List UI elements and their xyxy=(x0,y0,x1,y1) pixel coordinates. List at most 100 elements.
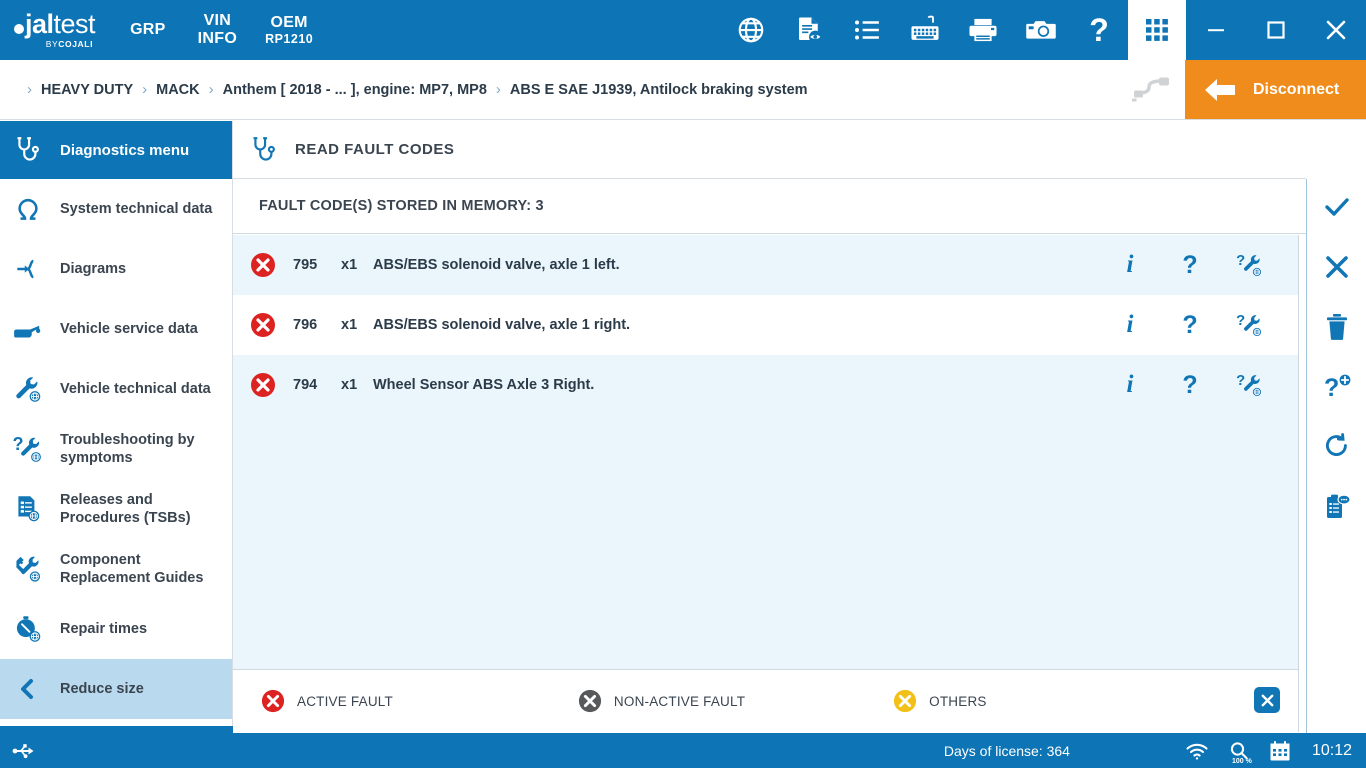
camera-icon[interactable] xyxy=(1012,0,1070,60)
help-icon[interactable]: ? xyxy=(1070,0,1128,60)
breadcrumb-separator-3: › xyxy=(496,81,501,98)
nav-oem-rp1210[interactable]: OEM RP1210 xyxy=(262,14,316,46)
help-action-icon[interactable]: ? xyxy=(1160,311,1220,340)
nav-oem-line2: RP1210 xyxy=(265,32,313,46)
breadcrumb-item-heavy-duty[interactable]: HEAVY DUTY xyxy=(41,82,133,98)
logo-test: test xyxy=(54,11,96,38)
nav-vin-info[interactable]: VIN INFO xyxy=(195,12,240,48)
table-row[interactable]: 794 x1 Wheel Sensor ABS Axle 3 Right. i … xyxy=(233,355,1298,415)
sidebar-item-reduce-size[interactable]: Reduce size xyxy=(0,659,232,719)
sidebar-item-releases-and-procedures[interactable]: Releases and Procedures (TSBs) xyxy=(0,479,232,539)
apps-grid-button[interactable] xyxy=(1128,0,1186,60)
window-controls xyxy=(1186,0,1366,60)
fault-code: 795 xyxy=(293,257,335,273)
oil-can-icon xyxy=(0,314,56,344)
cable-icon[interactable] xyxy=(1119,60,1185,119)
trash-icon xyxy=(1323,312,1351,347)
clipboard-chat-icon xyxy=(1322,492,1352,527)
list-icon[interactable] xyxy=(838,0,896,60)
help-action-icon[interactable]: ? xyxy=(1160,371,1220,400)
svg-text:?: ? xyxy=(13,434,24,454)
logo-jal: jal xyxy=(25,11,54,38)
nav-grp-label: GRP xyxy=(130,21,166,39)
breadcrumb-item-model[interactable]: Anthem [ 2018 - ... ], engine: MP7, MP8 xyxy=(223,82,487,98)
clock-label: 10:12 xyxy=(1312,742,1352,760)
fault-description: ABS/EBS solenoid valve, axle 1 right. xyxy=(373,317,630,333)
close-button[interactable] xyxy=(1306,0,1366,60)
breadcrumb-bar: › HEAVY DUTY › MACK › Anthem [ 2018 - ..… xyxy=(0,60,1366,120)
refresh-icon xyxy=(1322,432,1352,467)
confirm-button[interactable] xyxy=(1307,179,1366,239)
info-action-icon[interactable]: i xyxy=(1100,311,1160,339)
printer-icon[interactable] xyxy=(954,0,1012,60)
zoom-icon[interactable]: 100 % xyxy=(1228,741,1250,761)
troubleshoot-action-icon[interactable]: ? xyxy=(1220,252,1280,278)
refresh-button[interactable] xyxy=(1307,419,1366,479)
fault-description: Wheel Sensor ABS Axle 3 Right. xyxy=(373,377,594,393)
info-action-icon[interactable]: i xyxy=(1100,371,1160,399)
document-preview-icon[interactable] xyxy=(780,0,838,60)
globe-icon[interactable] xyxy=(722,0,780,60)
help-action-icon[interactable]: ? xyxy=(1160,251,1220,280)
nav-grp[interactable]: GRP xyxy=(127,21,169,39)
delete-button[interactable] xyxy=(1307,299,1366,359)
maximize-button[interactable] xyxy=(1246,0,1306,60)
svg-text:?: ? xyxy=(1236,313,1245,329)
fault-description: ABS/EBS solenoid valve, axle 1 left. xyxy=(373,257,620,273)
nav-oem-line1: OEM xyxy=(265,14,313,32)
legend-item-non-active-fault: NON-ACTIVE FAULT xyxy=(578,689,745,713)
disconnect-label: Disconnect xyxy=(1253,81,1339,99)
legend-non-active-icon xyxy=(578,689,602,713)
sidebar-item-repair-times[interactable]: Repair times xyxy=(0,599,232,659)
main-panel: READ FAULT CODES FAULT CODE(S) STORED IN… xyxy=(233,121,1306,733)
cross-icon xyxy=(1322,252,1352,287)
fault-count-label: FAULT CODE(S) STORED IN MEMORY: 3 xyxy=(259,198,544,214)
tools-globe-icon xyxy=(0,554,56,584)
fault-count: x1 xyxy=(341,317,367,333)
sidebar-item-system-technical-data[interactable]: System technical data xyxy=(0,179,232,239)
sidebar-item-vehicle-service-data[interactable]: Vehicle service data xyxy=(0,299,232,359)
row-actions: i ? ? xyxy=(1100,295,1280,355)
sidebar-item-vehicle-technical-data[interactable]: Vehicle technical data xyxy=(0,359,232,419)
logo-cojali: COJALI xyxy=(58,39,93,49)
sidebar-bottom-stub xyxy=(0,726,233,733)
troubleshoot-action-icon[interactable]: ? xyxy=(1220,312,1280,338)
keyboard-icon[interactable] xyxy=(896,0,954,60)
question-plus-icon: ? xyxy=(1322,372,1352,407)
cancel-button[interactable] xyxy=(1307,239,1366,299)
row-actions: i ? ? xyxy=(1100,235,1280,295)
nav-vin-line2: INFO xyxy=(198,30,237,48)
minimize-button[interactable] xyxy=(1186,0,1246,60)
table-row[interactable]: 795 x1 ABS/EBS solenoid valve, axle 1 le… xyxy=(233,235,1298,295)
check-icon xyxy=(1322,192,1352,227)
sidebar-item-troubleshooting-by-symptoms[interactable]: ? Troubleshooting by symptoms xyxy=(0,419,232,479)
sidebar-item-component-replacement-guides[interactable]: Component Replacement Guides xyxy=(0,539,232,599)
severity-active-icon xyxy=(233,372,293,398)
calendar-icon[interactable] xyxy=(1268,740,1292,762)
report-button[interactable] xyxy=(1307,479,1366,539)
logo-dot-icon xyxy=(14,24,24,34)
logo-text: jaltest xyxy=(14,11,95,38)
sidebar-item-label-4: Troubleshooting by symptoms xyxy=(60,431,232,467)
sidebar-item-label-1: Diagrams xyxy=(60,260,134,278)
legend-label-others: OTHERS xyxy=(929,694,986,709)
stethoscope-icon xyxy=(233,135,295,165)
close-legend-button[interactable] xyxy=(1254,687,1280,713)
info-action-icon[interactable]: i xyxy=(1100,251,1160,279)
fault-code: 794 xyxy=(293,377,335,393)
sidebar-header-diagnostics-menu[interactable]: Diagnostics menu xyxy=(0,121,232,179)
disconnect-button[interactable]: Disconnect xyxy=(1185,60,1366,119)
add-help-button[interactable]: ? xyxy=(1307,359,1366,419)
sidebar-item-label-7: Repair times xyxy=(60,620,155,638)
nav-vin-line1: VIN xyxy=(198,12,237,30)
table-row[interactable]: 796 x1 ABS/EBS solenoid valve, axle 1 ri… xyxy=(233,295,1298,355)
usb-icon[interactable] xyxy=(12,741,38,761)
wifi-icon[interactable] xyxy=(1184,741,1210,761)
troubleshoot-action-icon[interactable]: ? xyxy=(1220,372,1280,398)
breadcrumb-item-mack[interactable]: MACK xyxy=(156,82,200,98)
sidebar-header-label: Diagnostics menu xyxy=(60,142,189,159)
sidebar-item-label-2: Vehicle service data xyxy=(60,320,206,338)
breadcrumb-item-system[interactable]: ABS E SAE J1939, Antilock braking system xyxy=(510,82,808,98)
chevron-left-icon xyxy=(0,676,56,702)
sidebar-item-diagrams[interactable]: Diagrams xyxy=(0,239,232,299)
